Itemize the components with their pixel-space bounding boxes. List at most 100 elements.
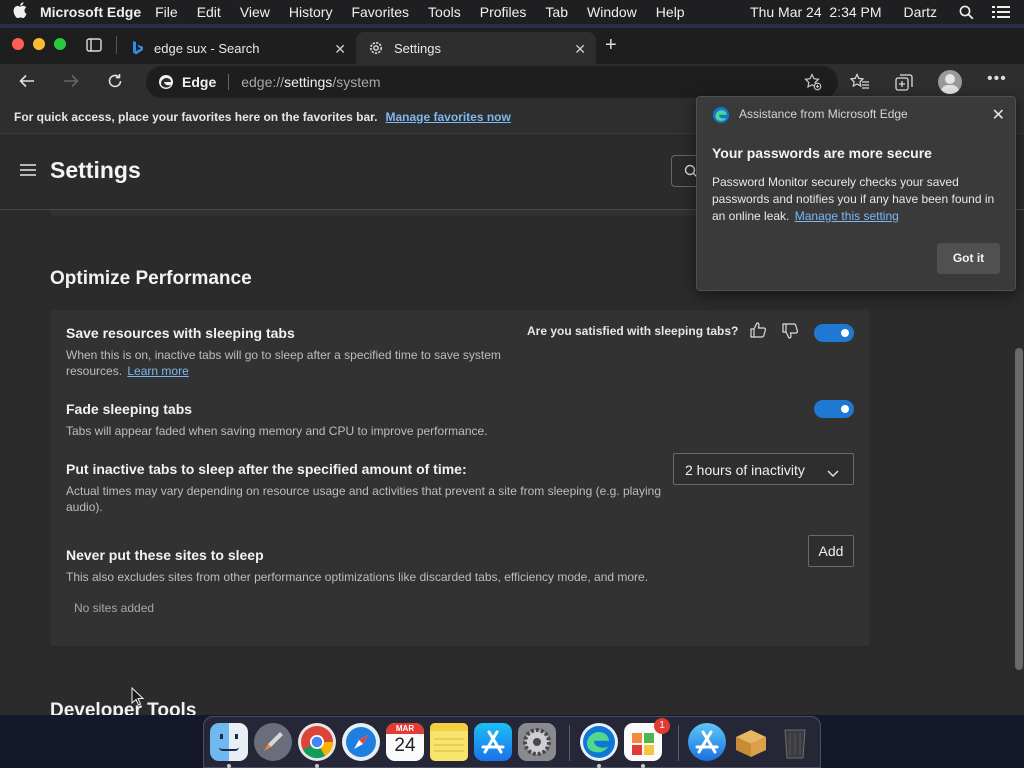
calendar-month: MAR xyxy=(386,723,424,734)
gear-icon xyxy=(368,40,384,56)
close-icon[interactable]: ✕ xyxy=(992,105,1005,125)
address-bar[interactable]: Edge edge:// settings /system xyxy=(146,66,838,98)
thumbs-down-icon[interactable] xyxy=(781,322,799,345)
thumbs-up-icon[interactable] xyxy=(749,321,767,344)
dock-divider xyxy=(569,725,570,761)
close-window-button[interactable] xyxy=(12,38,24,50)
tab-strip: edge sux - Search ✕ Settings ✕ + xyxy=(0,28,1024,64)
zoom-window-button[interactable] xyxy=(54,38,66,50)
spotlight-search-icon[interactable] xyxy=(959,5,974,20)
popup-source: Assistance from Microsoft Edge xyxy=(739,107,908,121)
popup-title: Your passwords are more secure xyxy=(712,145,932,161)
menu-window[interactable]: Window xyxy=(587,4,637,20)
launchpad-icon[interactable] xyxy=(254,723,292,761)
running-indicator xyxy=(315,764,319,768)
edge-icon[interactable] xyxy=(580,723,618,761)
menu-tools[interactable]: Tools xyxy=(428,4,461,20)
add-favorite-icon[interactable] xyxy=(804,73,822,94)
menu-help[interactable]: Help xyxy=(656,4,685,20)
url-prefix: edge:// xyxy=(241,74,285,90)
refresh-icon[interactable] xyxy=(106,72,124,95)
hamburger-menu-icon[interactable] xyxy=(19,163,37,182)
feedback-question: Are you satisfied with sleeping tabs? xyxy=(527,324,739,338)
chrome-icon[interactable] xyxy=(298,723,336,761)
manage-favorites-link[interactable]: Manage favorites now xyxy=(385,110,510,124)
menubar-clock[interactable]: Thu Mar 24 2:34 PM xyxy=(750,4,882,20)
manage-setting-link[interactable]: Manage this setting xyxy=(795,209,899,223)
dock: MAR 24 1 xyxy=(203,716,821,768)
trash-icon[interactable] xyxy=(776,723,814,761)
empty-sites-text: No sites added xyxy=(74,601,155,615)
edge-logo-icon xyxy=(158,74,174,90)
dock-divider xyxy=(678,725,679,761)
sleep-timeout-dropdown[interactable]: 2 hours of inactivity xyxy=(673,453,854,485)
more-options-icon[interactable]: ••• xyxy=(987,70,1007,88)
forward-icon[interactable] xyxy=(62,72,80,95)
popup-body: Password Monitor securely checks your sa… xyxy=(712,174,1004,225)
menubar: Microsoft Edge File Edit View History Fa… xyxy=(0,0,1024,24)
learn-more-link[interactable]: Learn more xyxy=(127,364,188,378)
system-preferences-icon[interactable] xyxy=(518,723,556,761)
url-host: settings xyxy=(284,74,333,90)
developer-tools-heading: Developer Tools xyxy=(50,700,197,715)
menu-file[interactable]: File xyxy=(155,4,178,20)
close-tab-icon[interactable]: ✕ xyxy=(574,41,586,58)
safari-icon[interactable] xyxy=(342,723,380,761)
menubar-app-name[interactable]: Microsoft Edge xyxy=(40,4,141,20)
notes-icon[interactable] xyxy=(430,723,468,761)
app-store-icon[interactable] xyxy=(474,723,512,761)
apple-icon[interactable] xyxy=(0,2,40,22)
minimize-window-button[interactable] xyxy=(33,38,45,50)
sleeping-tabs-desc: When this is on, inactive tabs will go t… xyxy=(66,347,506,379)
toolbar: Edge edge:// settings /system ••• xyxy=(0,64,1024,100)
tab-settings[interactable]: Settings ✕ xyxy=(356,32,596,64)
running-indicator xyxy=(227,764,231,768)
got-it-button[interactable]: Got it xyxy=(937,243,1000,274)
edge-logo-icon xyxy=(712,106,730,129)
url-path: /system xyxy=(332,74,381,90)
menubar-user[interactable]: Dartz xyxy=(904,4,937,20)
collections-icon[interactable] xyxy=(894,72,914,97)
site-label: Edge xyxy=(182,74,217,90)
fade-tabs-toggle[interactable] xyxy=(814,400,854,418)
running-indicator xyxy=(597,764,601,768)
sleeping-tabs-toggle[interactable] xyxy=(814,324,854,342)
control-center-icon[interactable] xyxy=(992,5,1010,19)
menu-favorites[interactable]: Favorites xyxy=(351,4,409,20)
profile-avatar-icon[interactable] xyxy=(938,70,962,94)
tab-divider xyxy=(116,36,117,54)
favorites-icon[interactable] xyxy=(849,73,870,96)
performance-card: Save resources with sleeping tabs When t… xyxy=(50,310,870,646)
tab-actions-icon[interactable] xyxy=(86,38,102,57)
address-divider xyxy=(228,74,230,90)
close-tab-icon[interactable]: ✕ xyxy=(334,41,346,58)
app-store-folder-icon[interactable] xyxy=(688,723,726,761)
page-title: Settings xyxy=(50,157,141,183)
menu-profiles[interactable]: Profiles xyxy=(480,4,527,20)
menu-tab[interactable]: Tab xyxy=(545,4,568,20)
tab-search[interactable]: edge sux - Search ✕ xyxy=(120,32,356,64)
notification-badge: 1 xyxy=(654,718,670,734)
menu-edit[interactable]: Edit xyxy=(197,4,221,20)
fade-tabs-title: Fade sleeping tabs xyxy=(66,401,193,417)
fade-tabs-desc: Tabs will appear faded when saving memor… xyxy=(66,424,488,438)
never-sleep-title: Never put these sites to sleep xyxy=(66,547,264,563)
scrollbar[interactable] xyxy=(1015,348,1023,670)
menu-history[interactable]: History xyxy=(289,4,333,20)
mouse-cursor-icon xyxy=(131,686,145,711)
inactive-tabs-title: Put inactive tabs to sleep after the spe… xyxy=(66,461,467,477)
archive-box-icon[interactable] xyxy=(732,723,770,761)
add-site-button[interactable]: Add xyxy=(808,535,854,567)
never-sleep-desc: This also excludes sites from other perf… xyxy=(66,570,649,584)
back-icon[interactable] xyxy=(18,72,36,95)
calendar-icon[interactable]: MAR 24 xyxy=(386,723,424,761)
running-indicator xyxy=(641,764,645,768)
menu-view[interactable]: View xyxy=(240,4,270,20)
photo-booth-icon[interactable]: 1 xyxy=(624,718,670,761)
section-title: Optimize Performance xyxy=(50,268,252,289)
bing-icon xyxy=(132,40,144,56)
tab-title: Settings xyxy=(394,40,441,56)
favorites-bar-message: For quick access, place your favorites h… xyxy=(14,109,378,124)
finder-icon[interactable] xyxy=(210,723,248,761)
new-tab-button[interactable]: + xyxy=(605,34,617,57)
